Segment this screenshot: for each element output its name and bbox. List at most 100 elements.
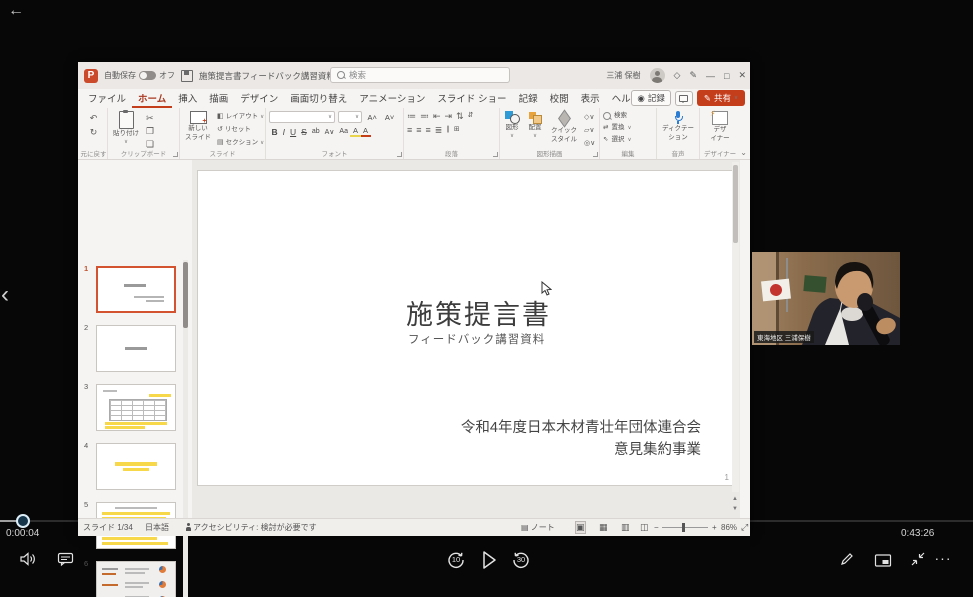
line-spacing-icon[interactable]: ⇅ [456, 111, 464, 121]
maximize-button[interactable]: □ [724, 71, 729, 81]
tab-home[interactable]: ホーム [132, 89, 173, 108]
aa-button[interactable]: Aa [337, 128, 351, 135]
reading-view-button[interactable]: ▥ [621, 522, 630, 533]
inking-icon[interactable]: ✎ [689, 70, 697, 81]
align-left-icon[interactable]: ≡ [407, 125, 412, 135]
fit-to-window-button[interactable]: ⤢ [741, 522, 748, 533]
zoom-in-button[interactable]: + [712, 523, 717, 532]
zoom-slider[interactable] [662, 527, 708, 528]
slide-thumbnail-3[interactable] [96, 384, 176, 431]
align-center-icon[interactable]: ≡ [416, 125, 421, 135]
copy-icon[interactable]: ❐ [146, 126, 154, 136]
text-direction-icon[interactable]: ⇵ [468, 111, 474, 121]
layout-button[interactable]: ◧ レイアウト ∨ [217, 112, 264, 122]
tab-animations[interactable]: アニメーション [353, 89, 431, 108]
previous-chevron-icon[interactable]: ‹ [1, 283, 9, 307]
play-button[interactable] [477, 547, 501, 573]
section-button[interactable]: ▤ セクション ∨ [217, 138, 264, 148]
captions-icon[interactable] [55, 550, 75, 568]
slide-indicator[interactable]: スライド 1/34 [83, 522, 133, 533]
close-button[interactable]: ✕ [738, 70, 746, 81]
more-options-button[interactable]: ··· [930, 549, 956, 567]
accessibility-checker[interactable]: アクセシビリティ: 検討が必要です [185, 522, 317, 533]
bullets-icon[interactable]: ≔ [407, 111, 416, 121]
tab-transitions[interactable]: 画面切り替え [284, 89, 353, 108]
slide-subtitle[interactable]: フィードバック講習資料 [408, 331, 545, 347]
slide-canvas[interactable]: 施策提言書 フィードバック講習資料 令和4年度日本木材青壮年団体連合会 意見集約… [197, 170, 737, 486]
tab-record[interactable]: 記録 [513, 89, 544, 108]
bold-button[interactable]: B [269, 127, 280, 137]
shape-fill-icon[interactable]: ◇∨ [584, 113, 595, 123]
highlight-color-button[interactable]: A [350, 126, 361, 137]
forward-30-button[interactable]: 30 [509, 548, 533, 572]
slideshow-view-button[interactable]: ◫ [640, 522, 649, 533]
normal-view-button[interactable]: ▣ [575, 521, 586, 534]
increase-indent-icon[interactable]: ⇥ [445, 111, 453, 121]
slide-thumbnail-1[interactable] [96, 266, 176, 313]
font-color-button[interactable]: A [360, 126, 371, 137]
thumbnail-scrollbar[interactable] [183, 260, 188, 597]
volume-icon[interactable] [18, 550, 38, 568]
reset-button[interactable]: ↺ リセット [217, 125, 264, 135]
autosave-toggle[interactable] [139, 71, 156, 80]
tab-file[interactable]: ファイル [82, 89, 132, 108]
slide-title[interactable]: 施策提言書 [406, 293, 551, 332]
timeline-playhead[interactable] [16, 514, 30, 528]
justify-icon[interactable]: ≣ [435, 125, 443, 135]
redo-icon[interactable]: ↻ [90, 127, 98, 137]
font-name-select[interactable]: ∨ [269, 111, 335, 123]
quick-styles-button[interactable]: クイック スタイル [549, 109, 579, 143]
tab-slideshow[interactable]: スライド ショー [431, 89, 512, 108]
shape-outline-icon[interactable]: ▱∨ [584, 126, 595, 136]
character-spacing-button[interactable]: ab [309, 128, 322, 135]
next-slide-button[interactable]: ▼ [732, 506, 738, 512]
undo-icon[interactable]: ↶ [90, 113, 98, 123]
collapse-ribbon-icon[interactable]: ⌄ [740, 148, 747, 157]
underline-button[interactable]: U [288, 127, 299, 137]
back-arrow-icon[interactable]: ← [8, 2, 24, 20]
exit-fullscreen-icon[interactable] [908, 550, 928, 568]
save-icon[interactable] [181, 69, 193, 82]
paste-button[interactable]: 貼り付け ∨ [111, 110, 141, 145]
dictation-button[interactable]: ディクテー ション [660, 111, 696, 141]
slide-thumbnail-2[interactable] [96, 325, 176, 372]
tab-draw[interactable]: 描画 [203, 89, 234, 108]
picture-in-picture-icon[interactable] [872, 551, 894, 569]
language-indicator[interactable]: 日本語 [145, 522, 169, 533]
shapes-button[interactable]: 図形 ∨ [503, 111, 521, 139]
zoom-slider-thumb[interactable] [682, 523, 685, 532]
share-button[interactable]: ✎ 共有 ∨ [696, 90, 745, 106]
change-case-button[interactable]: A∨ [322, 128, 337, 136]
grow-font-button[interactable]: A˄ [365, 113, 379, 122]
italic-button[interactable]: I [280, 127, 287, 137]
select-button[interactable]: ⇖ 選択 ∨ [603, 135, 653, 145]
meet-now-icon[interactable]: ◇ [674, 70, 681, 81]
find-button[interactable]: 検索 [603, 112, 653, 120]
numbering-icon[interactable]: ≕ [420, 111, 429, 121]
smartart-icon[interactable]: ⊞ [454, 125, 460, 135]
designer-button[interactable]: デザ イナー [703, 109, 737, 142]
webcam-video[interactable]: 東海地区 三浦保樹 [752, 252, 900, 345]
tab-view[interactable]: 表示 [575, 89, 606, 108]
comments-button[interactable] [674, 90, 693, 106]
drawing-dialog-launcher[interactable] [593, 152, 598, 157]
paragraph-dialog-launcher[interactable] [493, 152, 498, 157]
slide-scrollbar[interactable] [732, 162, 739, 492]
tab-review[interactable]: 校閲 [544, 89, 575, 108]
slide-thumbnail-4[interactable] [96, 443, 176, 490]
zoom-out-button[interactable]: − [654, 523, 659, 532]
font-size-select[interactable]: ∨ [338, 111, 362, 123]
notes-button[interactable]: ▤ ノート [521, 522, 555, 533]
user-avatar[interactable] [649, 68, 665, 83]
record-button[interactable]: ◉ 記録 [631, 90, 671, 106]
new-slide-button[interactable]: 新しい スライド [183, 111, 213, 141]
cut-icon[interactable]: ✂ [146, 113, 154, 123]
arrange-button[interactable]: 配置 ∨ [526, 111, 544, 139]
clipboard-dialog-launcher[interactable] [173, 152, 178, 157]
font-dialog-launcher[interactable] [397, 152, 402, 157]
decrease-indent-icon[interactable]: ⇤ [433, 111, 441, 121]
search-input[interactable]: 検索 [330, 67, 510, 83]
align-right-icon[interactable]: ≡ [426, 125, 431, 135]
previous-slide-button[interactable]: ▲ [732, 496, 738, 502]
minimize-button[interactable]: — [706, 71, 715, 81]
